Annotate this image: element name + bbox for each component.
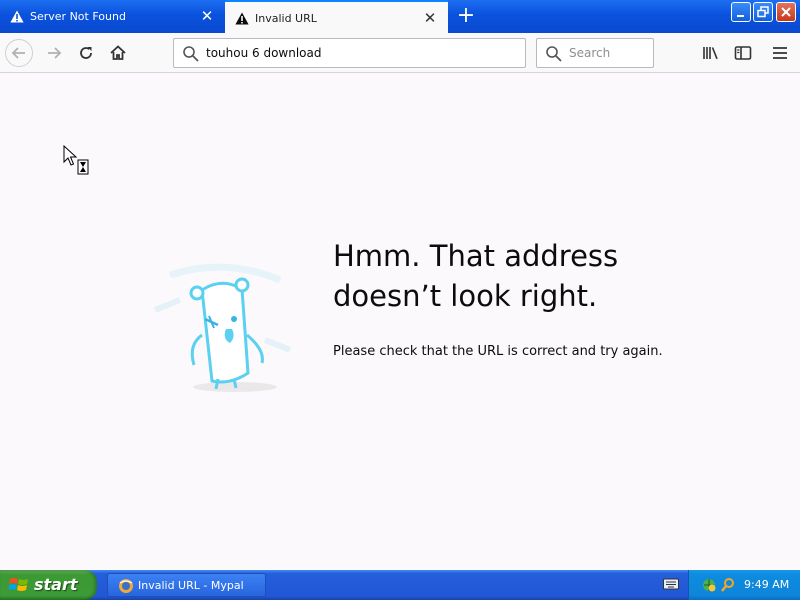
restore-icon [757, 6, 769, 18]
sidebar-icon [734, 46, 752, 60]
back-button[interactable] [5, 39, 33, 67]
windows-logo-icon [9, 578, 28, 591]
search-bar[interactable]: Search [536, 38, 654, 68]
warning-icon [235, 12, 249, 25]
close-tab-icon[interactable]: ✕ [199, 8, 215, 24]
keyboard-icon[interactable] [663, 578, 679, 590]
warning-icon [10, 10, 24, 23]
system-tray: 9:49 AM [688, 570, 800, 600]
network-icon[interactable] [701, 577, 717, 593]
error-heading: Hmm. That address doesn’t look right. [333, 239, 619, 313]
hamburger-menu-icon [773, 47, 787, 59]
library-button[interactable] [697, 39, 725, 67]
menu-button[interactable] [766, 39, 794, 67]
sidebar-button[interactable] [729, 39, 757, 67]
forward-arrow-icon [48, 47, 62, 59]
reload-button[interactable] [72, 39, 100, 67]
library-icon [703, 47, 718, 60]
navigation-toolbar: touhou 6 download Search [0, 33, 800, 73]
minimize-button[interactable] [731, 2, 751, 22]
tab-server-not-found[interactable]: Server Not Found ✕ [0, 0, 225, 33]
close-tab-icon[interactable]: ✕ [422, 10, 438, 26]
error-page [0, 73, 800, 570]
url-bar[interactable]: touhou 6 download [173, 38, 526, 68]
error-description: Please check that the URL is correct and… [333, 344, 663, 359]
taskbar-window-label: Invalid URL - Mypal [138, 579, 244, 592]
taskbar: start Invalid URL - Mypal 9:49 AM [0, 570, 800, 600]
close-icon [781, 7, 791, 17]
restore-button[interactable] [753, 2, 773, 22]
title-bar: Server Not Found ✕ Invalid URL ✕ + [0, 0, 800, 33]
home-button[interactable] [104, 39, 132, 67]
tab-label: Server Not Found [30, 10, 126, 23]
forward-button[interactable] [40, 39, 68, 67]
cute-mascot-illustration [153, 263, 292, 392]
search-input[interactable]: Search [569, 46, 610, 60]
search-icon [546, 46, 562, 62]
tab-invalid-url[interactable]: Invalid URL ✕ [225, 0, 448, 33]
search-tray-icon[interactable] [720, 577, 736, 593]
reload-icon [80, 47, 92, 59]
search-icon [183, 46, 199, 62]
url-input[interactable]: touhou 6 download [206, 46, 322, 60]
busy-cursor-icon [63, 145, 89, 175]
close-window-button[interactable] [776, 2, 796, 22]
home-icon [110, 45, 126, 60]
tab-label: Invalid URL [255, 12, 317, 25]
browser-icon [119, 579, 133, 593]
start-button[interactable]: start [0, 570, 97, 600]
minimize-icon [737, 15, 744, 17]
start-label: start [34, 575, 78, 594]
back-arrow-icon [11, 47, 25, 59]
clock: 9:49 AM [744, 578, 790, 591]
taskbar-window-button[interactable]: Invalid URL - Mypal [107, 573, 266, 597]
new-tab-button[interactable]: + [455, 5, 477, 27]
